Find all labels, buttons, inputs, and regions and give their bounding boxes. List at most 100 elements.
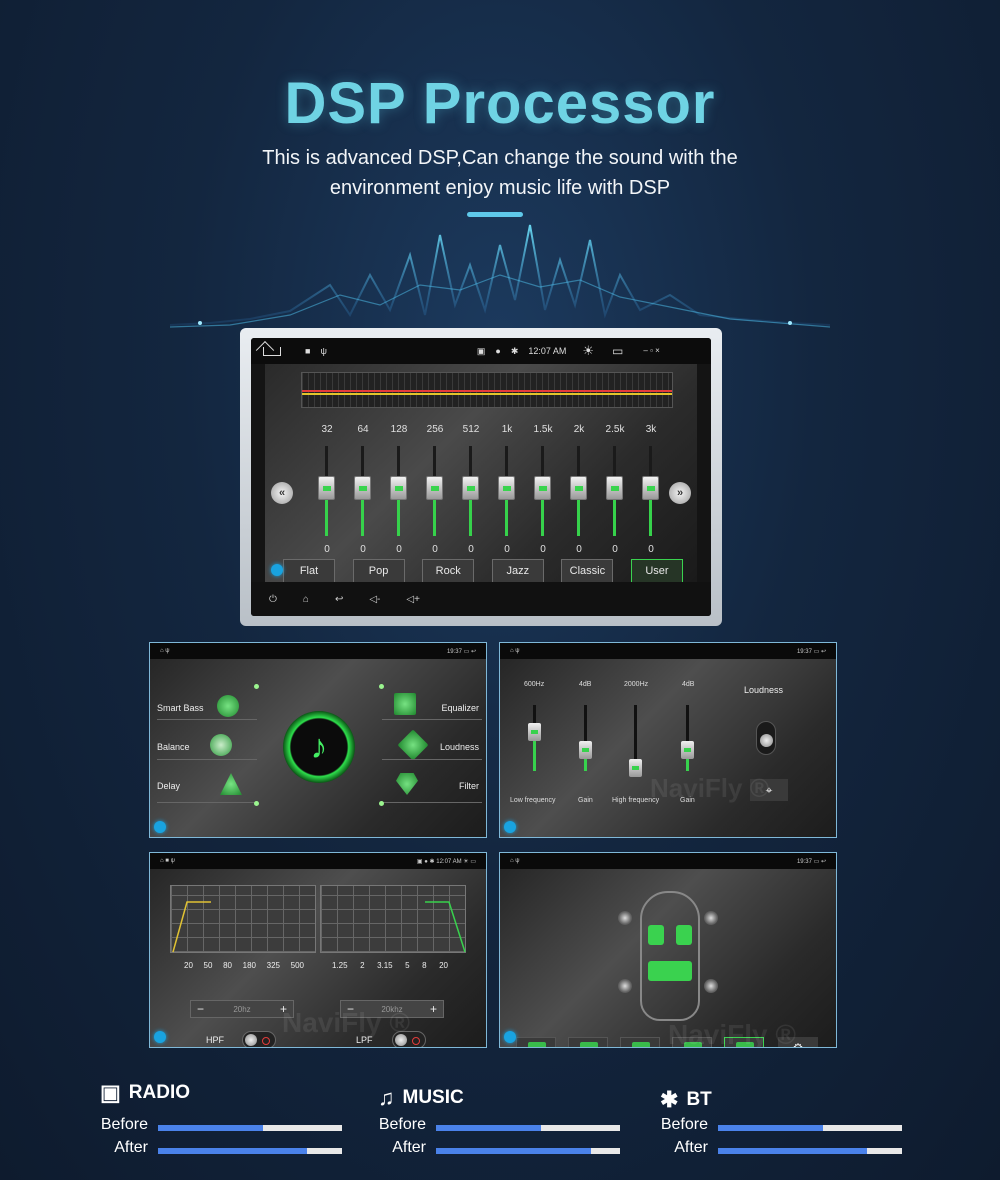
eq-band-slider[interactable]: [531, 446, 555, 536]
comparison-before-bar: [436, 1125, 620, 1131]
eq-band-slider[interactable]: [423, 446, 447, 536]
volume-down-icon[interactable]: ◁-: [369, 594, 380, 605]
comparison-after-label: After: [114, 1139, 148, 1156]
eq-band-frequency: 2k: [573, 424, 585, 435]
low-gain-slider[interactable]: [577, 705, 595, 771]
volume-up-icon[interactable]: ◁+: [406, 594, 420, 605]
preset-classic-button[interactable]: Classic: [561, 559, 614, 583]
eq-band-slider[interactable]: [603, 446, 627, 536]
preset-pop-button[interactable]: Pop: [352, 559, 405, 583]
eq-band-slider[interactable]: [315, 446, 339, 536]
lpf-tick-labels: 1.25 2 3.15 5 8 20: [332, 961, 448, 970]
speaker-front-right-icon[interactable]: [704, 911, 718, 925]
floating-assist-button[interactable]: [154, 1031, 166, 1043]
eq-band-slider[interactable]: [567, 446, 591, 536]
eq-curve-yellow: [302, 393, 672, 395]
divider: [382, 719, 482, 720]
preset-user-button[interactable]: User: [630, 559, 683, 583]
floating-assist-button[interactable]: [154, 821, 166, 833]
speaker-rear-right-icon[interactable]: [704, 979, 718, 993]
menu-item-balance[interactable]: Balance: [157, 742, 190, 752]
window-controls[interactable]: – ▫ ×: [643, 347, 659, 355]
seat-tab-1[interactable]: [516, 1037, 556, 1047]
equalizer-icon[interactable]: [394, 693, 416, 715]
watermark: NaviFly ®: [282, 1007, 411, 1038]
speaker-rear-left-icon[interactable]: [618, 979, 632, 993]
home-icon[interactable]: ⌂ ■ ψ: [160, 858, 175, 864]
home-icon[interactable]: [263, 346, 281, 356]
cast-icon: ▣: [476, 345, 486, 356]
mini-status-bar: ⌂ ■ ψ ▣ ● ✱ 12:07 AM ☀ ▭: [150, 853, 486, 869]
menu-item-loudness[interactable]: Loudness: [440, 742, 479, 752]
menu-item-equalizer[interactable]: Equalizer: [441, 703, 479, 713]
eq-value-labels: 0 0 0 0 0 0 0 0 0 0: [315, 544, 663, 555]
power-icon[interactable]: ⏻: [269, 594, 277, 605]
high-gain-slider[interactable]: [679, 705, 697, 771]
lpf-increase-button[interactable]: +: [430, 1002, 437, 1016]
tick-label: 180: [242, 961, 256, 970]
low-frequency-label: Low frequency: [510, 797, 556, 804]
comparison-after-bar-fill: [436, 1148, 591, 1154]
loudness-toggle[interactable]: [756, 721, 776, 755]
next-page-button[interactable]: »: [669, 482, 691, 504]
menu-item-smart-bass[interactable]: Smart Bass: [157, 703, 204, 713]
music-icon: ♫: [378, 1085, 395, 1110]
preset-jazz-button[interactable]: Jazz: [491, 559, 544, 583]
eq-band-value: 0: [360, 544, 366, 555]
divider: [157, 759, 257, 760]
eq-band-value: 0: [540, 544, 546, 555]
hpf-decrease-button[interactable]: −: [197, 1002, 204, 1016]
loudness-label: Loudness: [744, 685, 784, 695]
car-outline: [640, 891, 700, 1021]
eq-band-slider[interactable]: [459, 446, 483, 536]
tick-label: 20: [184, 961, 193, 970]
hpf-value: 20hz: [233, 1004, 251, 1014]
low-frequency-value: 600Hz: [524, 681, 545, 688]
menu-item-delay[interactable]: Delay: [157, 781, 180, 791]
delay-icon[interactable]: [220, 773, 242, 795]
home-icon[interactable]: ⌂ ψ: [510, 648, 520, 654]
bluetooth-icon: ✱: [660, 1087, 679, 1112]
seat-tab-3[interactable]: [620, 1037, 660, 1047]
low-frequency-slider[interactable]: [526, 705, 544, 771]
seat-front-right[interactable]: [676, 925, 692, 945]
loudness-body: 600Hz 4dB 2000Hz 4dB Low frequency Gain …: [500, 659, 836, 837]
main-device: ■ ψ ▣ ● ✱ 12:07 AM ☀ ▭ – ▫ × 32 64 128 256 5…: [240, 328, 722, 626]
eq-band-slider[interactable]: [639, 446, 663, 536]
hpf-stepper[interactable]: − 20hz +: [190, 1000, 294, 1018]
tick-label: 20: [439, 961, 448, 970]
home-nav-icon[interactable]: ⌂: [303, 594, 309, 605]
filter-icon[interactable]: [396, 773, 418, 795]
back-icon[interactable]: ↩: [335, 594, 343, 605]
home-icon[interactable]: ⌂ ψ: [510, 858, 520, 864]
sound-wave-graphic: [170, 224, 830, 328]
seat-rear[interactable]: [648, 961, 692, 981]
comparison-before-bar-fill: [158, 1125, 263, 1131]
recent-apps-icon[interactable]: ▭: [612, 344, 623, 358]
preset-rock-button[interactable]: Rock: [422, 559, 475, 583]
menu-item-filter[interactable]: Filter: [459, 781, 479, 791]
preset-flat-button[interactable]: Flat: [283, 559, 335, 583]
floating-assist-button[interactable]: [271, 564, 283, 576]
brightness-icon[interactable]: ☀: [582, 343, 594, 359]
previous-page-button[interactable]: «: [271, 482, 293, 504]
connector-dot: [254, 801, 259, 806]
balance-icon[interactable]: [210, 734, 232, 756]
eq-band-slider[interactable]: [495, 446, 519, 536]
home-icon[interactable]: ⌂ ψ: [160, 648, 170, 654]
loudness-icon[interactable]: [397, 729, 429, 761]
eq-band-slider[interactable]: [351, 446, 375, 536]
music-note-icon[interactable]: ♪: [283, 711, 355, 783]
floating-assist-button[interactable]: [504, 1031, 516, 1043]
smart-bass-icon[interactable]: [217, 695, 239, 717]
hpf-toggle[interactable]: [242, 1031, 276, 1047]
high-frequency-slider[interactable]: [627, 705, 645, 777]
eq-band-slider[interactable]: [387, 446, 411, 536]
speaker-front-left-icon[interactable]: [618, 911, 632, 925]
bluetooth-status-icon: ✱: [510, 345, 519, 356]
low-gain-value: 4dB: [579, 681, 592, 688]
floating-assist-button[interactable]: [504, 821, 516, 833]
sound-field-body: ⚙ NaviFly ®: [500, 869, 836, 1047]
seat-front-left[interactable]: [648, 925, 664, 945]
seat-tab-2[interactable]: [568, 1037, 608, 1047]
